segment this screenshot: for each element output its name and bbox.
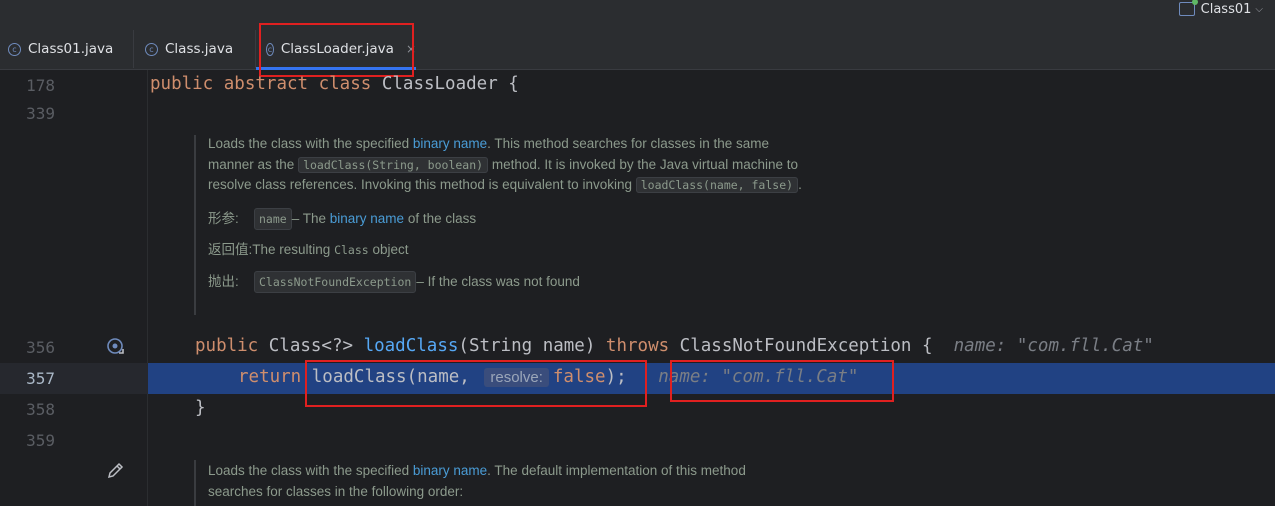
close-icon[interactable]: ×: [406, 42, 416, 56]
keyword: public: [150, 74, 214, 94]
run-configuration-selector[interactable]: Class01 ⌵: [1178, 0, 1263, 18]
code-token: );: [605, 367, 627, 387]
keyword: abstract: [223, 74, 309, 94]
method-call[interactable]: loadClass: [312, 367, 407, 387]
doc-label: 形参:: [208, 210, 239, 226]
doc-throws-row: 抛出: ClassNotFoundException – If the class…: [208, 270, 808, 293]
line-number: 339: [26, 104, 55, 123]
rendered-javadoc-loadclass: Loads the class with the specified binar…: [208, 134, 808, 293]
rendered-javadoc-loadclass-resolve: Loads the class with the specified binar…: [208, 461, 788, 502]
debugger-inline-value: name: "com.fll.Cat": [658, 367, 859, 387]
pencil-icon[interactable]: [106, 460, 126, 485]
keyword: throws: [605, 336, 670, 356]
doc-description: Loads the class with the specified binar…: [208, 461, 788, 502]
class-icon: c: [8, 42, 21, 56]
doc-text: Loads the class with the specified: [208, 463, 413, 478]
class-icon: c: [266, 42, 274, 56]
doc-description: Loads the class with the specified binar…: [208, 134, 808, 196]
tab-class01-java[interactable]: c Class01.java: [8, 30, 132, 68]
doc-text: .: [798, 177, 802, 192]
class-icon: c: [145, 42, 158, 56]
code-token: (name,: [406, 367, 481, 387]
override-icon[interactable]: [106, 336, 128, 363]
doc-link[interactable]: binary name: [413, 463, 487, 478]
chevron-down-icon: ⌵: [1255, 3, 1263, 15]
doc-label: 抛出:: [208, 273, 239, 289]
line-number: 178: [26, 76, 55, 95]
tab-label: Class.java: [165, 41, 234, 57]
tab-label: ClassLoader.java: [280, 41, 394, 57]
keyword: class: [318, 74, 372, 94]
debugger-inline-value: name: "com.fll.Cat": [953, 336, 1154, 356]
doc-text: of the class: [407, 210, 477, 226]
code-line-358: }: [195, 398, 206, 418]
line-number: 357: [26, 369, 55, 388]
method-name[interactable]: loadClass: [364, 336, 459, 356]
doc-text: – The: [291, 210, 326, 226]
doc-code[interactable]: ClassNotFoundException: [254, 270, 417, 293]
gutter-separator: [147, 70, 148, 506]
class-declaration: ClassLoader {: [371, 74, 519, 94]
tab-classloader-java[interactable]: c ClassLoader.java ×: [256, 30, 416, 70]
tab-separator: [133, 30, 134, 68]
doc-comment-bar: [194, 135, 196, 315]
code-token: ClassNotFoundException {: [669, 336, 933, 356]
code-line-357: return loadClass(name, resolve: false); n…: [238, 367, 858, 387]
doc-link[interactable]: binary name: [330, 209, 404, 230]
tab-bar-divider: [0, 69, 1275, 70]
doc-text: – If the class was not found: [416, 273, 580, 289]
code-line-356: public Class<?> loadClass(String name) t…: [195, 336, 1154, 356]
line-number: 356: [26, 338, 55, 357]
doc-code[interactable]: loadClass(name, false): [635, 177, 799, 193]
keyword: false: [552, 367, 606, 387]
code-line-178: public abstract class ClassLoader {: [150, 74, 519, 94]
keyword: return: [238, 367, 302, 387]
doc-comment-bar: [194, 460, 196, 506]
doc-label: 返回值:: [208, 242, 253, 257]
code-token: }: [195, 398, 206, 418]
doc-code: Class: [334, 243, 369, 257]
doc-text: The resulting: [252, 242, 331, 257]
line-number: 358: [26, 400, 55, 419]
doc-text: object: [372, 242, 409, 257]
tab-class-java[interactable]: c Class.java: [145, 30, 253, 68]
parameter-name-hint: resolve:: [484, 368, 549, 387]
line-number: 359: [26, 431, 55, 450]
active-tab-indicator: [256, 67, 416, 70]
run-config-name: Class01: [1200, 1, 1252, 17]
doc-code[interactable]: loadClass(String, boolean): [298, 156, 489, 173]
code-token: (String name): [458, 336, 606, 356]
doc-return-row: 返回值: The resulting Class object: [208, 240, 808, 261]
doc-text: Loads the class with the specified: [208, 136, 413, 151]
run-config-icon: [1178, 0, 1198, 16]
keyword: public: [195, 336, 259, 356]
tab-label: Class01.java: [28, 41, 114, 57]
code-token: Class<?>: [258, 336, 364, 356]
doc-link[interactable]: binary name: [413, 136, 487, 151]
doc-code: name: [254, 207, 292, 230]
doc-param-row: 形参: name – The binary name of the class: [208, 207, 808, 230]
